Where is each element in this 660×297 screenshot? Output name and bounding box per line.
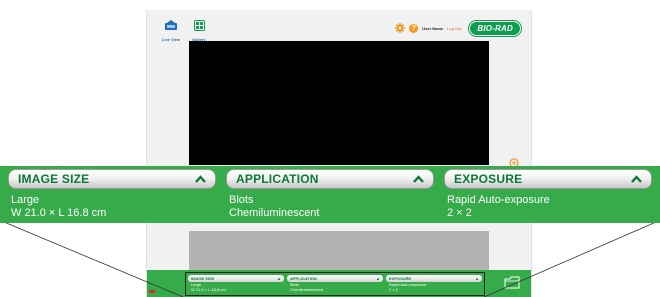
- gallery-icon: [193, 20, 205, 31]
- mini-panel-title: APPLICATION: [290, 276, 317, 281]
- settings-bar: IMAGE SIZE ▲ Large W 21.0 × L 16.8 cm APPL…: [147, 270, 531, 297]
- panel-title: EXPOSURE: [454, 172, 523, 186]
- gallery-button[interactable]: Gallery: [187, 18, 211, 42]
- user-name: User Name: [422, 25, 444, 31]
- mini-panel-header[interactable]: APPLICATION ▲: [287, 275, 383, 282]
- panel-header-application[interactable]: APPLICATION: [226, 169, 434, 189]
- live-view-icon: [165, 20, 177, 30]
- app-window: Live View Gallery ? User Name Log Out BI…: [146, 10, 532, 297]
- top-bar: ? User Name Log Out BIO-RAD: [395, 19, 521, 37]
- chevron-up-icon: ▲: [475, 276, 479, 281]
- panel-value-line2: 2 × 2: [447, 206, 472, 219]
- chevron-up-icon: ▲: [277, 276, 281, 281]
- mini-panel-exposure[interactable]: EXPOSURE ▲ Rapid Auto-exposure 2 × 2: [386, 273, 482, 295]
- mini-panel-title: IMAGE SIZE: [191, 276, 215, 281]
- live-view-button[interactable]: Live View: [159, 18, 183, 42]
- indicator-mark: [149, 290, 155, 293]
- bio-rad-logo: BIO-RAD: [469, 20, 521, 36]
- panel-exposure[interactable]: EXPOSURE Rapid Auto-exposure 2 × 2: [444, 166, 652, 223]
- live-view-label: Live View: [161, 37, 181, 42]
- panel-value-line1: Rapid Auto-exposure: [447, 194, 550, 206]
- chevron-up-icon: ▲: [376, 276, 380, 281]
- settings-panels-zoomed: IMAGE SIZE Large W 21.0 × L 16.8 cm APPL…: [0, 166, 660, 223]
- panel-value-line1: Blots: [229, 194, 254, 206]
- image-viewer[interactable]: [189, 41, 489, 165]
- gear-icon[interactable]: [395, 23, 406, 33]
- mini-panel-header[interactable]: IMAGE SIZE ▲: [188, 275, 284, 282]
- panel-image-size[interactable]: IMAGE SIZE Large W 21.0 × L 16.8 cm: [8, 166, 216, 223]
- mini-panel-line2: W 21.0 × L 16.8 cm: [191, 286, 226, 292]
- help-icon[interactable]: ?: [409, 23, 419, 33]
- mini-panel-header[interactable]: EXPOSURE ▲: [386, 275, 482, 282]
- panel-value-line1: Large: [11, 194, 40, 206]
- panel-value-line2: W 21.0 × L 16.8 cm: [11, 206, 107, 219]
- chevron-up-icon: [195, 175, 206, 183]
- settings-panels-small: IMAGE SIZE ▲ Large W 21.0 × L 16.8 cm APPL…: [185, 272, 485, 296]
- mini-panel-title: EXPOSURE: [389, 276, 412, 281]
- chevron-up-icon: [413, 175, 424, 183]
- log-out-link[interactable]: Log Out: [447, 26, 461, 31]
- gray-work-area: [189, 231, 489, 271]
- panel-header-image-size[interactable]: IMAGE SIZE: [8, 169, 216, 189]
- mini-panel-line2: Chemiluminescent: [290, 286, 323, 292]
- mini-panel-line2: 2 × 2: [389, 286, 399, 292]
- panel-application[interactable]: APPLICATION Blots Chemiluminescent: [226, 166, 434, 223]
- chevron-up-icon: [631, 175, 642, 183]
- mini-panel-application[interactable]: APPLICATION ▲ Blots Chemiluminescent: [287, 273, 383, 295]
- panel-header-exposure[interactable]: EXPOSURE: [444, 169, 652, 189]
- folder-icon[interactable]: [504, 276, 520, 289]
- mini-panel-image-size[interactable]: IMAGE SIZE ▲ Large W 21.0 × L 16.8 cm: [188, 273, 284, 295]
- panel-title: IMAGE SIZE: [18, 172, 90, 186]
- panel-value-line2: Chemiluminescent: [229, 206, 320, 219]
- panel-title: APPLICATION: [236, 172, 319, 186]
